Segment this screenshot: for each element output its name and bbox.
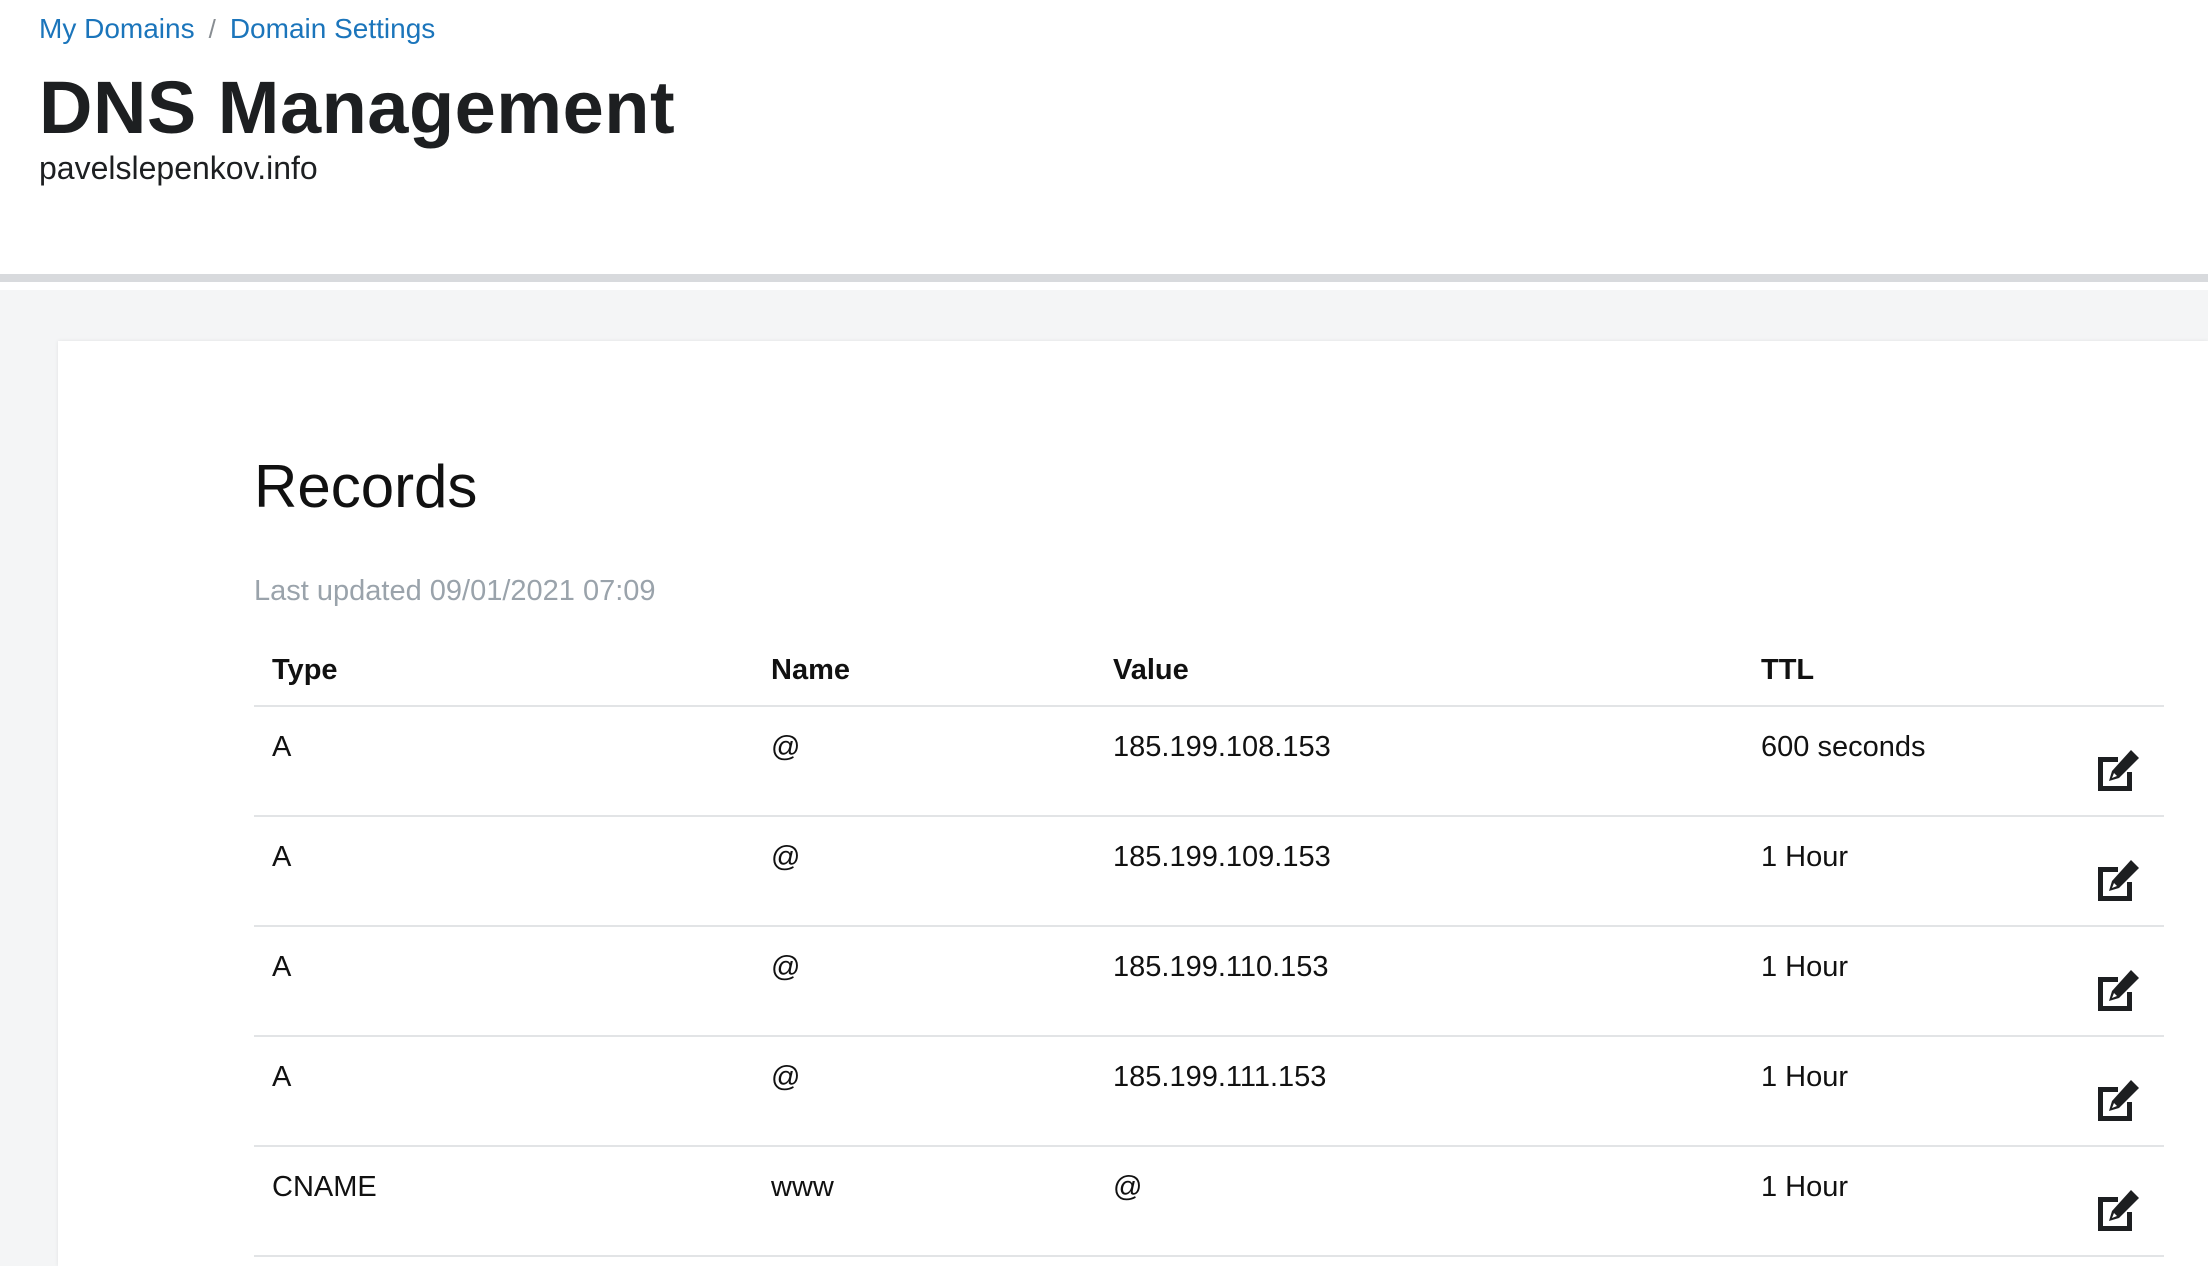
- edit-icon[interactable]: [2092, 965, 2144, 1017]
- breadcrumb-domain-settings-link[interactable]: Domain Settings: [230, 10, 435, 48]
- records-card: Records Last updated 09/01/2021 07:09 Ty…: [58, 341, 2208, 1266]
- record-ttl: 600 seconds: [1761, 731, 1926, 763]
- record-value: 185.199.110.153: [1113, 951, 1329, 983]
- edit-icon[interactable]: [2092, 745, 2144, 797]
- domain-name: pavelslepenkov.info: [39, 150, 318, 186]
- record-name: @: [771, 731, 801, 763]
- breadcrumb-separator: /: [208, 14, 216, 44]
- breadcrumb: My Domains / Domain Settings: [39, 10, 435, 48]
- record-ttl: 1 Hour: [1761, 1061, 1849, 1093]
- record-ttl: 1 Hour: [1761, 1171, 1849, 1203]
- record-type: A: [272, 841, 292, 873]
- record-name: @: [771, 951, 801, 983]
- last-updated-text: Last updated 09/01/2021 07:09: [254, 575, 656, 607]
- record-ttl: 1 Hour: [1761, 841, 1849, 873]
- column-header-value: Value: [1113, 654, 1189, 686]
- record-type: A: [272, 1061, 292, 1093]
- record-ttl: 1 Hour: [1761, 951, 1849, 983]
- records-title: Records: [254, 453, 478, 520]
- column-header-ttl: TTL: [1761, 654, 1815, 686]
- record-value: 185.199.108.153: [1113, 731, 1331, 763]
- record-type: A: [272, 731, 292, 763]
- record-value: 185.199.111.153: [1113, 1061, 1327, 1093]
- table-row: A @ 185.199.111.153 1 Hour: [254, 1037, 2164, 1147]
- column-header-type: Type: [272, 654, 338, 686]
- table-row: A @ 185.199.109.153 1 Hour: [254, 817, 2164, 927]
- edit-icon[interactable]: [2092, 855, 2144, 907]
- record-value: @: [1113, 1171, 1143, 1203]
- record-name: @: [771, 1061, 801, 1093]
- table-row: A @ 185.199.108.153 600 seconds: [254, 707, 2164, 817]
- table-row: A @ 185.199.110.153 1 Hour: [254, 927, 2164, 1037]
- table-row: CNAME www @ 1 Hour: [254, 1147, 2164, 1257]
- table-header: Type Name Value TTL: [254, 636, 2164, 707]
- page-title: DNS Management: [39, 66, 676, 149]
- record-name: www: [771, 1171, 834, 1203]
- edit-icon[interactable]: [2092, 1075, 2144, 1127]
- dns-records-table: Type Name Value TTL A @ 185.199.108.153 …: [254, 636, 2164, 1257]
- page-header: My Domains / Domain Settings DNS Managem…: [0, 0, 2208, 282]
- record-type: CNAME: [272, 1171, 377, 1203]
- record-value: 185.199.109.153: [1113, 841, 1331, 873]
- record-name: @: [771, 841, 801, 873]
- column-header-name: Name: [771, 654, 850, 686]
- breadcrumb-my-domains-link[interactable]: My Domains: [39, 10, 195, 48]
- edit-icon[interactable]: [2092, 1185, 2144, 1237]
- record-type: A: [272, 951, 292, 983]
